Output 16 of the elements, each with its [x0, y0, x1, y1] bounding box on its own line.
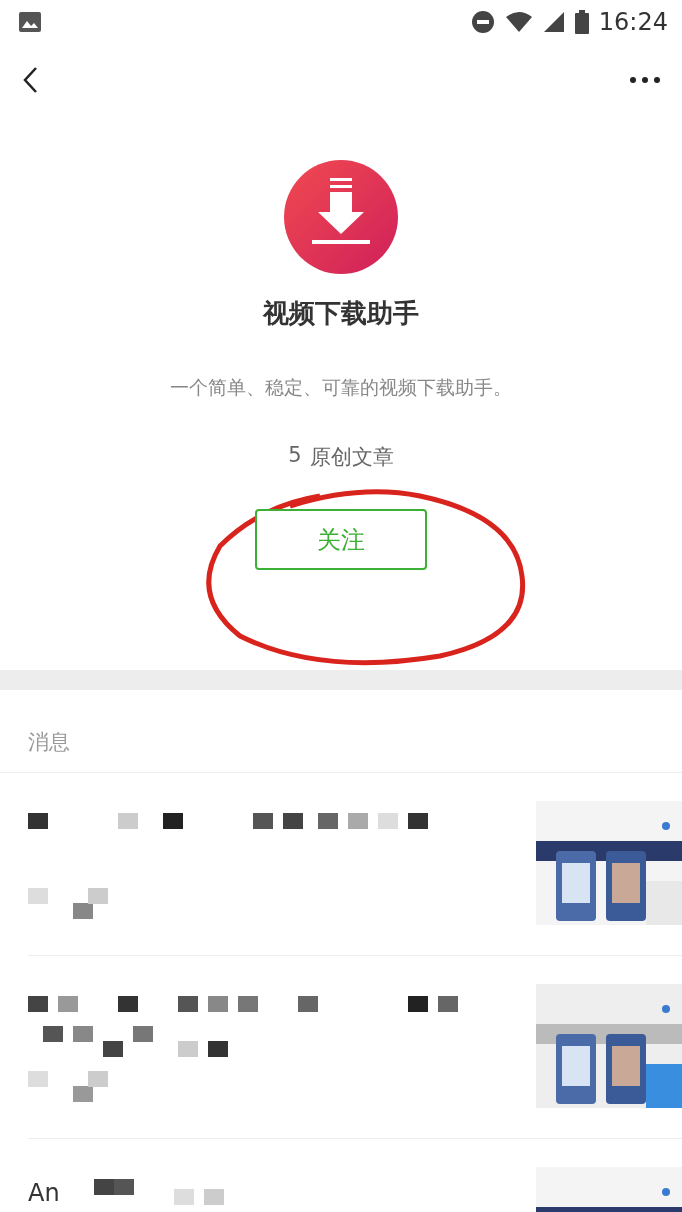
status-time: 16:24 — [598, 8, 668, 36]
battery-icon — [574, 10, 589, 34]
image-icon — [18, 11, 42, 33]
signal-icon — [542, 11, 565, 33]
account-name: 视频下载助手 — [263, 297, 419, 330]
wifi-icon — [504, 11, 533, 33]
article-count: 5 — [288, 443, 302, 469]
more-icon[interactable] — [630, 77, 660, 83]
back-icon[interactable] — [22, 66, 38, 94]
account-description: 一个简单、稳定、可靠的视频下载助手。 — [170, 375, 512, 400]
message-title: An — [28, 1179, 60, 1207]
do-not-disturb-icon — [470, 10, 495, 34]
download-logo-icon — [284, 160, 398, 274]
article-label: 原创文章 — [309, 444, 394, 471]
messages-heading: 消息 — [0, 690, 682, 773]
message-item[interactable]: An — [28, 1139, 682, 1212]
